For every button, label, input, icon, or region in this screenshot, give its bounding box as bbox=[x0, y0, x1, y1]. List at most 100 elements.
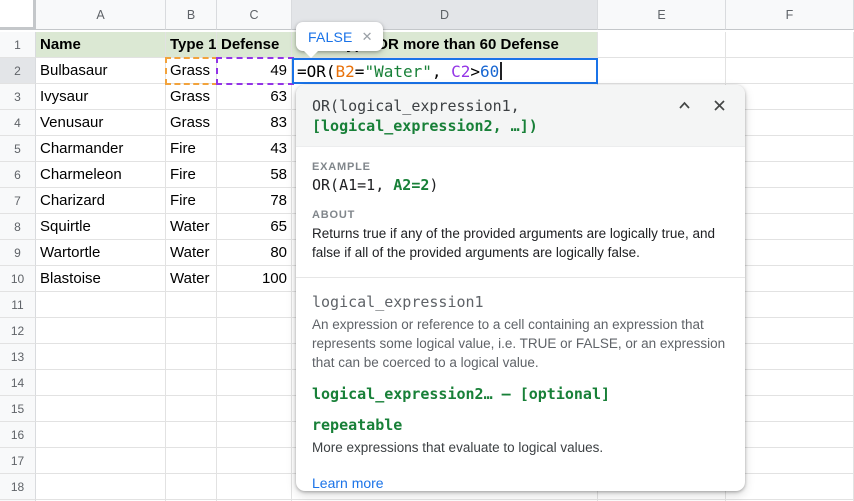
row-header-16[interactable]: 16 bbox=[0, 422, 36, 448]
cell-C14[interactable] bbox=[217, 370, 292, 396]
cell-A8[interactable]: Squirtle bbox=[36, 214, 166, 240]
cell-C1[interactable]: Defense bbox=[217, 32, 292, 58]
cell-C15[interactable] bbox=[217, 396, 292, 422]
row-header-18[interactable]: 18 bbox=[0, 474, 36, 500]
cell-C7[interactable]: 78 bbox=[217, 188, 292, 214]
cell-C11[interactable] bbox=[217, 292, 292, 318]
cell-C8[interactable]: 65 bbox=[217, 214, 292, 240]
cell-A14[interactable] bbox=[36, 370, 166, 396]
cell-B14[interactable] bbox=[166, 370, 217, 396]
row-header-12[interactable]: 12 bbox=[0, 318, 36, 344]
col-header-C[interactable]: C bbox=[217, 0, 292, 30]
col-header-E[interactable]: E bbox=[598, 0, 726, 30]
cell-B18[interactable] bbox=[166, 474, 217, 500]
row-header-14[interactable]: 14 bbox=[0, 370, 36, 396]
cell-B4[interactable]: Grass bbox=[166, 110, 217, 136]
cell-F16[interactable] bbox=[726, 422, 854, 448]
cell-F13[interactable] bbox=[726, 344, 854, 370]
row-header-8[interactable]: 8 bbox=[0, 214, 36, 240]
cell-E1[interactable] bbox=[598, 32, 726, 58]
cell-A11[interactable] bbox=[36, 292, 166, 318]
row-header-7[interactable]: 7 bbox=[0, 188, 36, 214]
cell-B9[interactable]: Water bbox=[166, 240, 217, 266]
cell-F6[interactable] bbox=[726, 162, 854, 188]
cell-F11[interactable] bbox=[726, 292, 854, 318]
cell-C6[interactable]: 58 bbox=[217, 162, 292, 188]
cell-C18[interactable] bbox=[217, 474, 292, 500]
cell-B10[interactable]: Water bbox=[166, 266, 217, 292]
cell-A5[interactable]: Charmander bbox=[36, 136, 166, 162]
cell-A10[interactable]: Blastoise bbox=[36, 266, 166, 292]
row-header-3[interactable]: 3 bbox=[0, 84, 36, 110]
cell-C17[interactable] bbox=[217, 448, 292, 474]
cell-C9[interactable]: 80 bbox=[217, 240, 292, 266]
col-header-A[interactable]: A bbox=[36, 0, 166, 30]
cell-B6[interactable]: Fire bbox=[166, 162, 217, 188]
cell-A2[interactable]: Bulbasaur bbox=[36, 58, 166, 84]
row-header-10[interactable]: 10 bbox=[0, 266, 36, 292]
cell-A13[interactable] bbox=[36, 344, 166, 370]
cell-C10[interactable]: 100 bbox=[217, 266, 292, 292]
cell-F10[interactable] bbox=[726, 266, 854, 292]
cell-B12[interactable] bbox=[166, 318, 217, 344]
cell-C12[interactable] bbox=[217, 318, 292, 344]
cell-A9[interactable]: Wartortle bbox=[36, 240, 166, 266]
cell-B16[interactable] bbox=[166, 422, 217, 448]
tooltip-close-icon[interactable]: ✕ bbox=[362, 29, 373, 45]
cell-B1[interactable]: Type 1 bbox=[166, 32, 217, 58]
cell-B8[interactable]: Water bbox=[166, 214, 217, 240]
cell-C5[interactable]: 43 bbox=[217, 136, 292, 162]
cell-B15[interactable] bbox=[166, 396, 217, 422]
row-header-13[interactable]: 13 bbox=[0, 344, 36, 370]
cell-F9[interactable] bbox=[726, 240, 854, 266]
cell-A3[interactable]: Ivysaur bbox=[36, 84, 166, 110]
cell-F15[interactable] bbox=[726, 396, 854, 422]
row-header-6[interactable]: 6 bbox=[0, 162, 36, 188]
cell-F4[interactable] bbox=[726, 110, 854, 136]
row-header-9[interactable]: 9 bbox=[0, 240, 36, 266]
cell-F7[interactable] bbox=[726, 188, 854, 214]
cell-C3[interactable]: 63 bbox=[217, 84, 292, 110]
row-header-17[interactable]: 17 bbox=[0, 448, 36, 474]
cell-C13[interactable] bbox=[217, 344, 292, 370]
cell-B17[interactable] bbox=[166, 448, 217, 474]
cell-B13[interactable] bbox=[166, 344, 217, 370]
cell-C16[interactable] bbox=[217, 422, 292, 448]
cell-A12[interactable] bbox=[36, 318, 166, 344]
cell-F8[interactable] bbox=[726, 214, 854, 240]
cell-A4[interactable]: Venusaur bbox=[36, 110, 166, 136]
cell-F5[interactable] bbox=[726, 136, 854, 162]
formula-edit-cell-D2[interactable]: =OR(B2="Water", C2>60 bbox=[292, 58, 598, 84]
row-header-11[interactable]: 11 bbox=[0, 292, 36, 318]
row-header-15[interactable]: 15 bbox=[0, 396, 36, 422]
collapse-chevron-up-icon[interactable] bbox=[677, 98, 692, 113]
cell-A7[interactable]: Charizard bbox=[36, 188, 166, 214]
row-header-2[interactable]: 2 bbox=[0, 58, 36, 84]
cell-E2[interactable] bbox=[598, 58, 726, 84]
close-icon[interactable] bbox=[712, 98, 727, 113]
cell-B7[interactable]: Fire bbox=[166, 188, 217, 214]
learn-more-link[interactable]: Learn more bbox=[312, 475, 384, 491]
cell-F14[interactable] bbox=[726, 370, 854, 396]
cell-F12[interactable] bbox=[726, 318, 854, 344]
col-header-B[interactable]: B bbox=[166, 0, 217, 30]
cell-A17[interactable] bbox=[36, 448, 166, 474]
cell-F3[interactable] bbox=[726, 84, 854, 110]
cell-A15[interactable] bbox=[36, 396, 166, 422]
col-header-F[interactable]: F bbox=[726, 0, 854, 30]
cell-C4[interactable]: 83 bbox=[217, 110, 292, 136]
cell-F18[interactable] bbox=[726, 474, 854, 500]
row-header-5[interactable]: 5 bbox=[0, 136, 36, 162]
row-header-1[interactable]: 1 bbox=[0, 32, 36, 58]
cell-B5[interactable]: Fire bbox=[166, 136, 217, 162]
cell-A6[interactable]: Charmeleon bbox=[36, 162, 166, 188]
cell-A1[interactable]: Name bbox=[36, 32, 166, 58]
cell-B11[interactable] bbox=[166, 292, 217, 318]
cell-B3[interactable]: Grass bbox=[166, 84, 217, 110]
row-header-4[interactable]: 4 bbox=[0, 110, 36, 136]
select-all-corner[interactable] bbox=[0, 0, 36, 30]
cell-F17[interactable] bbox=[726, 448, 854, 474]
cell-A16[interactable] bbox=[36, 422, 166, 448]
cell-F2[interactable] bbox=[726, 58, 854, 84]
cell-F1[interactable] bbox=[726, 32, 854, 58]
